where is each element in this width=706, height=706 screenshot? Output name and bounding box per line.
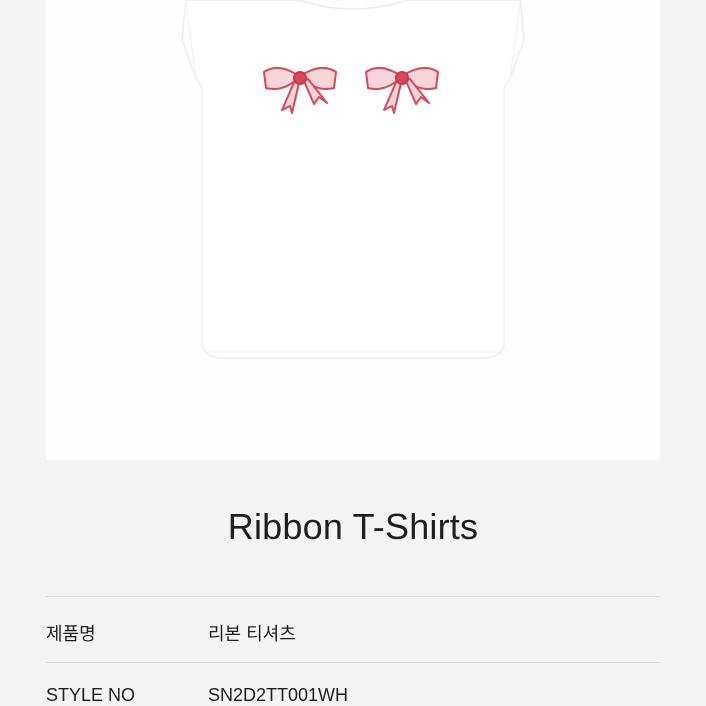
tshirt-illustration (181, 0, 525, 359)
product-title: Ribbon T-Shirts (227, 506, 479, 547)
product-detail-page: Ribbon T-Shirts 제품명 리본 티셔츠 STYLE NO SN2D… (0, 0, 706, 706)
spec-value: 리본 티셔츠 (208, 624, 296, 644)
product-image (46, 0, 660, 460)
spec-label: STYLE NO (46, 685, 136, 705)
spec-value: SN2D2TT001WH (208, 685, 349, 705)
spec-row-product-name: 제품명 리본 티셔츠 (46, 620, 660, 650)
spec-row-style-no: STYLE NO SN2D2TT001WH (46, 685, 660, 706)
divider (46, 662, 660, 663)
divider (46, 596, 660, 597)
spec-label: 제품명 (46, 624, 96, 644)
